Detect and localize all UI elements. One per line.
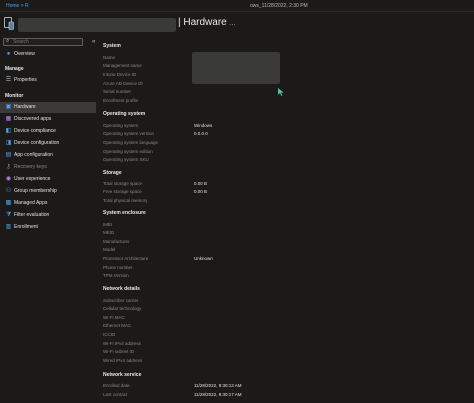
sidebar-item-properties[interactable]: ☰ Properties xyxy=(0,75,96,86)
breadcrumb-device-tail: ows_11/28/2022, 2:30 PM xyxy=(250,3,308,9)
field-value: Windows xyxy=(194,123,213,128)
section-network-service: Network service xyxy=(103,372,142,378)
field-label: Ethernet MAC xyxy=(103,323,132,328)
redacted-identifiers xyxy=(192,52,280,84)
enrollment-icon: ▥ xyxy=(5,224,12,230)
field-label: Phone number xyxy=(103,265,133,270)
field-label: Cellular technology xyxy=(103,306,142,311)
field-value: Unknown xyxy=(194,256,213,261)
field-label: Total storage space xyxy=(103,181,143,186)
sidebar: ⌕ « ● Overview Manage ☰ Properties Monit… xyxy=(0,36,96,403)
key-icon: ⚷ xyxy=(6,164,11,170)
section-system-enclosure: System enclosure xyxy=(103,210,146,216)
hardware-icon: ▣ xyxy=(5,104,12,110)
field-label: Management name xyxy=(103,63,142,68)
field-label: Operating system xyxy=(103,123,139,128)
field-label: Subscriber carrier xyxy=(103,298,139,303)
filter-icon: ⧩ xyxy=(5,212,12,218)
sidebar-item-discovered-apps[interactable]: ▦ Discovered apps xyxy=(0,114,96,125)
discovered-apps-icon: ▦ xyxy=(5,116,12,122)
top-bar: Home > R ows_11/28/2022, 2:30 PM xyxy=(0,0,474,12)
field-label: Wi-Fi MAC xyxy=(103,315,125,320)
more-options-button[interactable]: ... xyxy=(229,18,236,27)
hardware-details: System Name Management name Intune Devic… xyxy=(96,36,474,403)
field-label: Intune Device ID xyxy=(103,72,137,77)
breadcrumb: Home > R xyxy=(6,0,29,12)
field-label: Manufacturer xyxy=(103,239,130,244)
field-label: Last contact xyxy=(103,392,128,397)
app-config-icon: ▤ xyxy=(5,152,12,158)
breadcrumb-device[interactable]: R xyxy=(25,3,29,9)
section-storage: Storage xyxy=(103,170,122,176)
sidebar-item-app-configuration[interactable]: ▤ App configuration xyxy=(0,150,96,161)
field-value: 11/28/2022, 9:30:17 AM xyxy=(194,392,242,397)
field-label: Azure AD Device ID xyxy=(103,81,143,86)
search-input[interactable] xyxy=(13,39,75,45)
section-title-monitor: Monitor xyxy=(5,93,24,99)
sidebar-item-filter-evaluation[interactable]: ⧩ Filter evaluation xyxy=(0,210,96,221)
device-name-redacted xyxy=(18,18,176,32)
mouse-cursor-icon xyxy=(278,88,284,96)
sidebar-item-overview[interactable]: ● Overview xyxy=(0,49,96,60)
sidebar-item-hardware[interactable]: ▣ Hardware xyxy=(0,102,96,113)
group-icon: ⚇ xyxy=(5,188,12,194)
field-label: Operating system version xyxy=(103,131,155,136)
field-label: Free storage space xyxy=(103,189,142,194)
search-icon: ⌕ xyxy=(6,38,10,44)
field-value: 0.00 B xyxy=(194,189,208,194)
field-value: 11/28/2022, 9:30:13 AM xyxy=(194,383,242,388)
sidebar-item-enrollment[interactable]: ▥ Enrollment xyxy=(0,222,96,233)
field-label: Enrollment profile xyxy=(103,98,139,103)
sidebar-item-recovery-keys[interactable]: ⚷ Recovery keys xyxy=(0,162,96,173)
field-label: Operating system SKU xyxy=(103,157,149,162)
page-title: | Hardware xyxy=(178,17,227,28)
sidebar-item-user-experience[interactable]: ◉ User experience xyxy=(0,174,96,185)
sidebar-item-group-membership[interactable]: ⚇ Group membership xyxy=(0,186,96,197)
sidebar-item-device-compliance[interactable]: ◧ Device compliance xyxy=(0,126,96,137)
compliance-icon: ◧ xyxy=(5,128,12,134)
section-system: System xyxy=(103,43,121,49)
properties-icon: ☰ xyxy=(5,77,12,83)
search-box[interactable]: ⌕ « xyxy=(3,38,95,46)
field-label: Enrolled date xyxy=(103,383,130,388)
page-header: | Hardware ... xyxy=(0,12,474,36)
field-label: ICCID xyxy=(103,332,116,337)
field-label: Operating system language xyxy=(103,140,159,145)
overview-icon: ● xyxy=(6,51,11,57)
field-label: Wi-Fi subnet ID xyxy=(103,349,135,354)
field-label: Operating system edition xyxy=(103,149,153,154)
section-network-details: Network details xyxy=(103,286,140,292)
breadcrumb-separator: > xyxy=(20,3,24,9)
managed-apps-icon: ▩ xyxy=(5,200,12,206)
configuration-icon: ◨ xyxy=(5,140,12,146)
breadcrumb-home[interactable]: Home xyxy=(6,3,19,9)
field-label: IMEI xyxy=(103,222,113,227)
field-label: Total physical memory xyxy=(103,198,148,203)
device-icon xyxy=(4,17,14,30)
field-label: Wired IPv4 address xyxy=(103,358,143,363)
field-value: 0.0.0.0 xyxy=(194,131,208,136)
field-label: Model xyxy=(103,247,116,252)
field-label: TPM Version xyxy=(103,273,129,278)
field-label: Name xyxy=(103,55,116,60)
field-label: Wi-Fi IPv4 address xyxy=(103,341,142,346)
sidebar-item-device-configuration[interactable]: ◨ Device configuration xyxy=(0,138,96,149)
field-value: 0.00 B xyxy=(194,181,208,186)
field-label: MEID xyxy=(103,230,115,235)
user-experience-icon: ◉ xyxy=(5,176,12,182)
field-label: Processor Architecture xyxy=(103,256,149,261)
section-title-manage: Manage xyxy=(5,66,24,72)
sidebar-item-managed-apps[interactable]: ▩ Managed Apps xyxy=(0,198,96,209)
collapse-sidebar-icon[interactable]: « xyxy=(92,39,95,45)
field-label: Serial number xyxy=(103,89,132,94)
section-operating-system: Operating system xyxy=(103,111,146,117)
